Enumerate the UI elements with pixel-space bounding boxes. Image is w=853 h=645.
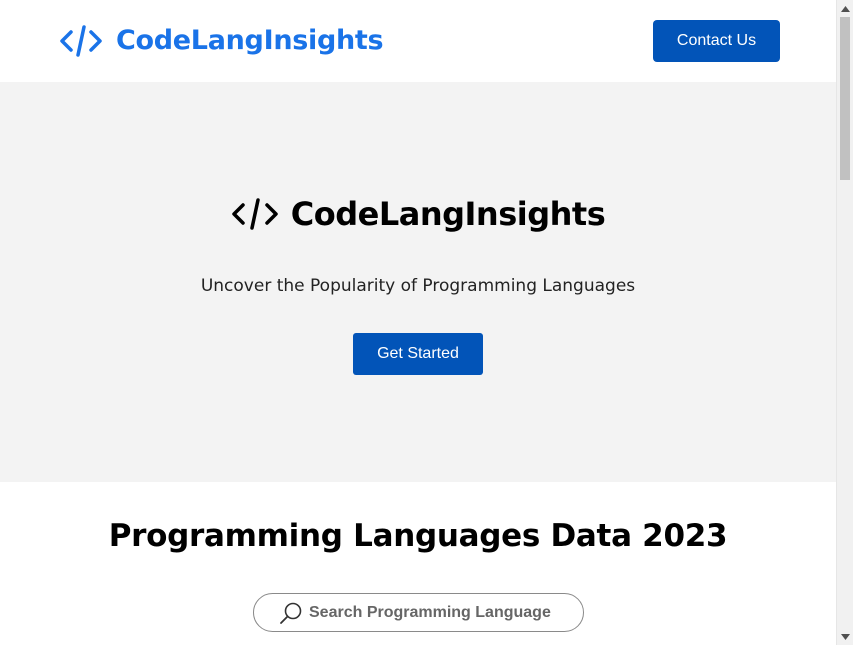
scrollbar-thumb[interactable]	[840, 17, 850, 180]
brand-logo[interactable]: CodeLangInsights	[60, 24, 384, 58]
hero-subtitle: Uncover the Popularity of Programming La…	[200, 276, 636, 296]
search-icon	[280, 602, 302, 624]
vertical-scrollbar[interactable]	[836, 0, 853, 645]
search-input[interactable]	[309, 603, 559, 622]
code-brackets-icon	[60, 25, 102, 57]
site-header: CodeLangInsights Contact Us	[0, 0, 836, 82]
scroll-up-arrow-icon[interactable]	[837, 0, 853, 17]
scroll-down-arrow-icon[interactable]	[837, 628, 853, 645]
hero-title: CodeLangInsights	[290, 195, 606, 233]
search-box[interactable]	[253, 593, 584, 632]
code-brackets-icon	[232, 198, 278, 230]
section-title: Programming Languages Data 2023	[108, 518, 728, 554]
contact-us-button[interactable]: Contact Us	[653, 20, 780, 62]
hero-brand: CodeLangInsights	[0, 192, 836, 236]
brand-name: CodeLangInsights	[116, 25, 384, 56]
page: CodeLangInsights Contact Us CodeLangInsi…	[0, 0, 836, 645]
hero-section: CodeLangInsights Uncover the Popularity …	[0, 82, 836, 482]
get-started-button[interactable]: Get Started	[353, 333, 483, 375]
